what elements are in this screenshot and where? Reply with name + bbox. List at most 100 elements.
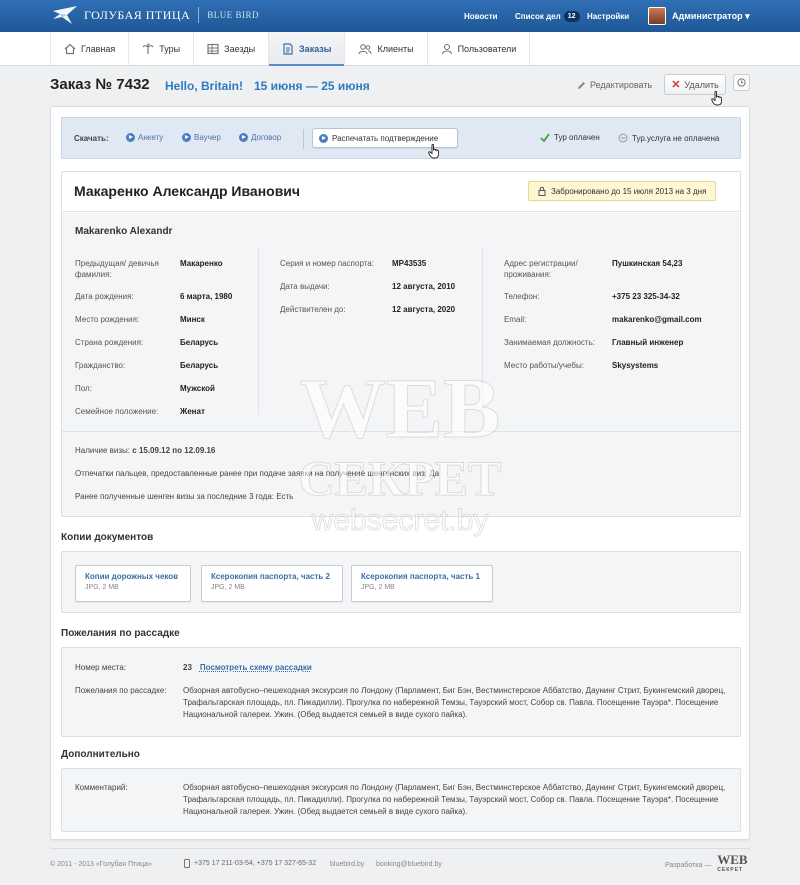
tab-home-label: Главная	[81, 44, 116, 54]
footer-site-link[interactable]: bluebird.by	[330, 861, 364, 868]
user-menu[interactable]: Администратор ▾	[648, 0, 750, 32]
order-tour-name[interactable]: Hello, Britain!	[165, 79, 243, 93]
footer: © 2011 - 2013 «Голубая Птица» +375 17 21…	[50, 848, 750, 878]
field-value: Пушкинская 54,23	[612, 259, 683, 268]
document-card[interactable]: Ксерокопия паспорта, часть 2 JPG, 2 MB	[201, 565, 343, 602]
field-label: Страна рождения:	[75, 338, 144, 347]
history-button[interactable]	[733, 74, 750, 91]
seating-wish-label: Пожелания по рассадке:	[75, 686, 167, 695]
main-nav: Главная Туры Заезды Заказы Клиенты Польз…	[0, 32, 800, 66]
order-header: Заказ № 7432 Hello, Britain! 15 июня — 2…	[50, 74, 750, 96]
arrow-circle-icon	[182, 133, 191, 142]
user-name: Администратор ▾	[672, 10, 750, 21]
edit-button[interactable]: Редактировать	[577, 80, 652, 90]
document-card[interactable]: Ксерокопия паспорта, часть 1 JPG, 2 MB	[351, 565, 493, 602]
tab-clients[interactable]: Клиенты	[345, 32, 428, 66]
tab-home[interactable]: Главная	[51, 32, 130, 66]
divider	[482, 248, 483, 414]
arrow-circle-icon	[239, 133, 248, 142]
nav-news-link[interactable]: Новости	[464, 0, 498, 32]
nav-tasks-link[interactable]: Список дел 12	[515, 0, 580, 32]
download-form-label: Анкету	[138, 133, 164, 142]
footer-dev-label: Разработка —	[665, 861, 712, 869]
user-icon	[441, 43, 452, 55]
additional-box: Комментарий: Обзорная автобусно–пешеходн…	[61, 768, 741, 832]
field-label: Место рождения:	[75, 315, 140, 324]
arrow-circle-icon	[126, 133, 135, 142]
field-value: Главный инженер	[612, 338, 684, 347]
grid-icon	[207, 43, 219, 55]
document-card[interactable]: Копии дорожных чеков JPG, 2 MB	[75, 565, 191, 602]
document-meta: JPG, 2 MB	[361, 584, 395, 591]
document-icon	[283, 43, 293, 55]
document-name: Ксерокопия паспорта, часть 2	[211, 572, 330, 581]
nav-settings-link[interactable]: Настройки	[587, 0, 629, 32]
download-voucher-link[interactable]: Ваучер	[182, 133, 221, 142]
tourist-name: Макаренко Александр Иванович	[74, 183, 301, 199]
lock-icon	[538, 186, 546, 196]
minus-circle-icon	[618, 133, 628, 143]
footer-copyright: © 2011 - 2013 «Голубая Птица»	[50, 861, 152, 868]
tab-arrivals-label: Заезды	[224, 44, 256, 54]
field-value: Беларусь	[180, 361, 219, 370]
seating-box: Номер места: 23 Посмотреть схему рассадки…	[61, 647, 741, 737]
brand-divider	[198, 7, 200, 23]
seat-number: 23	[183, 663, 192, 672]
field-label: Предыдущая/ девичья фамилия:	[75, 259, 159, 279]
field-label: Место работы/учебы:	[504, 361, 584, 370]
field-label: Действителен до:	[280, 305, 346, 314]
tour-paid-status: Тур оплачен	[540, 133, 600, 142]
logo[interactable]: ГОЛУБАЯ ПТИЦА BLUE BIRD	[52, 5, 259, 25]
bird-logo-icon	[53, 6, 77, 24]
field-label: Адрес регистрации/ проживания:	[504, 259, 578, 279]
documents-title: Копии документов	[61, 532, 154, 543]
booking-status-badge: Забронировано до 15 июля 2013 на 3 дня	[528, 181, 717, 201]
page-title: Заказ № 7432	[50, 76, 150, 93]
tab-tours-label: Туры	[159, 44, 181, 54]
booking-status-label: Забронировано до 15 июля 2013 на 3 дня	[551, 186, 707, 196]
field-label: Семейное положение:	[75, 407, 159, 416]
document-meta: JPG, 2 MB	[211, 584, 245, 591]
visa-info: Наличие визы: с 15.09.12 по 12.09.16	[75, 446, 215, 455]
brand-title: ГОЛУБАЯ ПТИЦА	[84, 7, 191, 22]
download-contract-link[interactable]: Договор	[239, 133, 281, 142]
tour-paid-label: Тур оплачен	[554, 133, 600, 142]
documents-box: Копии дорожных чеков JPG, 2 MB Ксерокопи…	[61, 551, 741, 613]
footer-email-link[interactable]: booking@bluebird.by	[376, 861, 442, 868]
tab-arrivals[interactable]: Заезды	[194, 32, 270, 66]
field-value: 6 марта, 1980	[180, 292, 233, 301]
tab-tours[interactable]: Туры	[129, 32, 195, 66]
close-icon: ✕	[671, 79, 681, 91]
nav-tasks-label: Список дел	[515, 11, 561, 21]
field-value: Минск	[180, 315, 205, 324]
download-label: Скачать:	[74, 134, 109, 143]
download-voucher-label: Ваучер	[194, 133, 221, 142]
tab-users[interactable]: Пользователи	[428, 32, 531, 66]
footer-developer[interactable]: Разработка — WEB СЕКРЕТ	[665, 853, 748, 875]
divider	[62, 431, 740, 432]
phone-icon	[184, 859, 190, 868]
hand-cursor-icon	[711, 91, 722, 106]
tab-orders-label: Заказы	[299, 44, 332, 54]
service-unpaid-status: Тур.услуга не оплачена	[618, 133, 719, 143]
schengen-info: Ранее полученные шенген визы за последни…	[75, 492, 294, 501]
seating-scheme-link[interactable]: Посмотреть схему рассадки	[200, 663, 312, 672]
seat-info: 23 Посмотреть схему рассадки	[183, 662, 312, 674]
download-bar: Скачать: Анкету Ваучер Договор Распечата…	[61, 117, 741, 159]
visa-label: Наличие визы:	[75, 446, 131, 455]
divider	[258, 248, 259, 414]
field-label: Email:	[504, 315, 527, 324]
field-value: makarenko@gmail.com	[612, 315, 702, 324]
download-form-link[interactable]: Анкету	[126, 133, 163, 142]
tourist-details: Макаренко Александр Иванович Забронирова…	[61, 171, 741, 517]
field-label: Телефон:	[504, 292, 540, 301]
print-confirmation-label: Распечатать подтверждение	[332, 133, 439, 143]
field-value: +375 23 325-34-32	[612, 292, 680, 301]
developer-logo: WEB СЕКРЕТ	[717, 853, 747, 875]
tab-orders[interactable]: Заказы	[269, 32, 346, 66]
check-icon	[540, 133, 550, 142]
visa-value: с 15.09.12 по 12.09.16	[132, 446, 216, 455]
field-label: Серия и номер паспорта:	[280, 259, 374, 268]
document-name: Копии дорожных чеков	[85, 572, 179, 581]
tasks-count-badge: 12	[563, 10, 580, 22]
